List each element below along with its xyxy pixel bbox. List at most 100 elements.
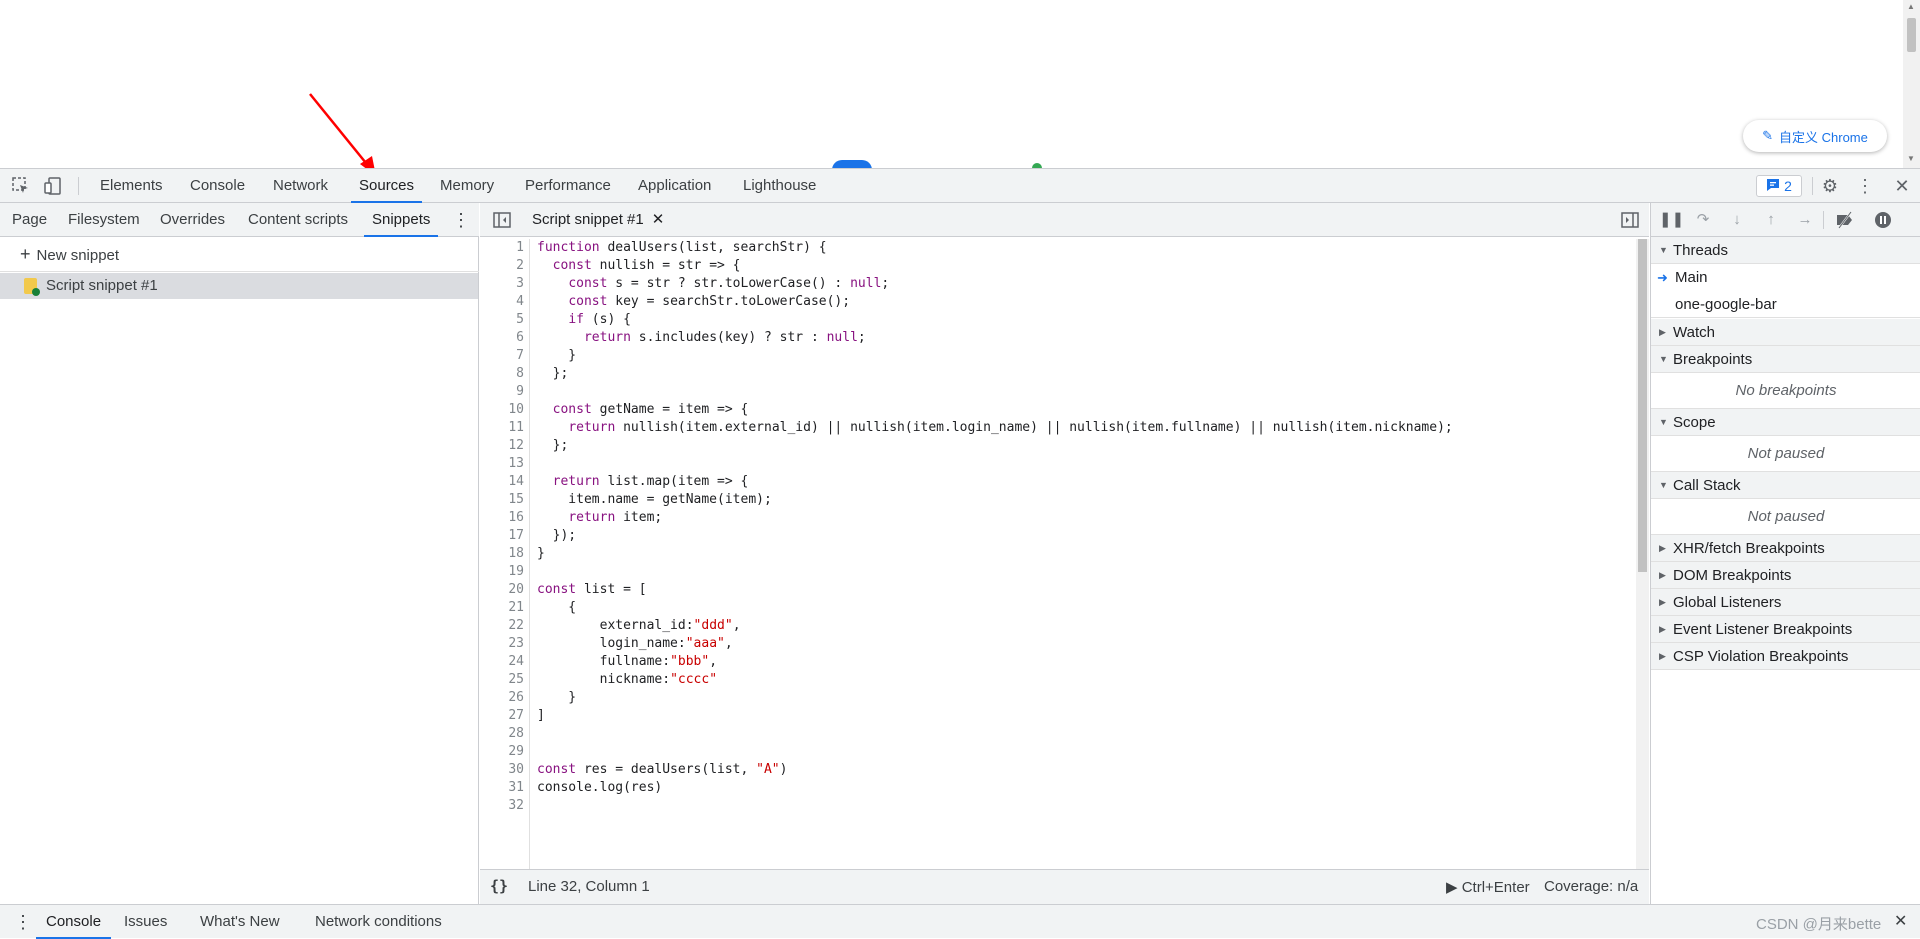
nav-tab-page[interactable]: Page	[12, 203, 47, 237]
code-line[interactable]: return nullish(item.external_id) || null…	[537, 419, 1452, 437]
line-number[interactable]: 13	[508, 455, 524, 473]
line-number[interactable]: 7	[516, 347, 524, 365]
nav-tab-content-scripts[interactable]: Content scripts	[248, 203, 348, 237]
callstack-section-header[interactable]: ▼ Call Stack	[1651, 472, 1920, 499]
step-icon[interactable]: →	[1795, 210, 1815, 230]
global-listeners-section-header[interactable]: ▶ Global Listeners	[1651, 589, 1920, 616]
line-number[interactable]: 6	[516, 329, 524, 347]
code-line[interactable]: const list = [	[537, 581, 647, 599]
close-drawer-icon[interactable]: ✕	[1894, 905, 1907, 939]
step-out-icon[interactable]: ↑	[1761, 210, 1781, 230]
dom-breakpoints-section-header[interactable]: ▶ DOM Breakpoints	[1651, 562, 1920, 589]
page-scrollbar[interactable]: ▲ ▼	[1903, 0, 1920, 168]
editor-scrollbar-thumb[interactable]	[1638, 239, 1647, 572]
xhr-breakpoints-section-header[interactable]: ▶ XHR/fetch Breakpoints	[1651, 535, 1920, 562]
nav-tab-snippets[interactable]: Snippets	[364, 203, 439, 237]
line-number[interactable]: 29	[508, 743, 524, 761]
line-number[interactable]: 15	[508, 491, 524, 509]
toggle-navigator-icon[interactable]	[492, 210, 512, 230]
line-number[interactable]: 5	[516, 311, 524, 329]
scroll-up-icon[interactable]: ▲	[1907, 2, 1915, 11]
page-scrollbar-thumb[interactable]	[1907, 18, 1916, 52]
code-line[interactable]: function dealUsers(list, searchStr) {	[537, 239, 827, 257]
line-number[interactable]: 27	[508, 707, 524, 725]
line-number[interactable]: 12	[508, 437, 524, 455]
line-number[interactable]: 4	[516, 293, 524, 311]
close-devtools-icon[interactable]: ✕	[1892, 176, 1912, 196]
tab-memory[interactable]: Memory	[440, 169, 494, 203]
code-line[interactable]: fullname:"bbb",	[537, 653, 717, 671]
code-line[interactable]: if (s) {	[537, 311, 631, 329]
nav-tab-overrides[interactable]: Overrides	[160, 203, 225, 237]
code-line[interactable]: nickname:"cccc"	[537, 671, 717, 689]
line-number[interactable]: 2	[516, 257, 524, 275]
threads-section-header[interactable]: ▼ Threads	[1651, 237, 1920, 264]
snippet-list-item[interactable]: Script snippet #1	[0, 273, 478, 299]
navigator-more-icon[interactable]: ⋮	[452, 203, 470, 237]
nav-tab-filesystem[interactable]: Filesystem	[68, 203, 140, 237]
code-line[interactable]: return item;	[537, 509, 662, 527]
new-snippet-button[interactable]: + New snippet	[20, 243, 119, 265]
line-number[interactable]: 17	[508, 527, 524, 545]
code-line[interactable]: }	[537, 545, 545, 563]
code-line[interactable]: login_name:"aaa",	[537, 635, 733, 653]
event-listener-breakpoints-section-header[interactable]: ▶ Event Listener Breakpoints	[1651, 616, 1920, 643]
thread-item-main[interactable]: ➜ Main	[1651, 264, 1920, 291]
close-tab-icon[interactable]: ✕	[652, 211, 665, 228]
code-line[interactable]: const res = dealUsers(list, "A")	[537, 761, 787, 779]
line-number[interactable]: 31	[508, 779, 524, 797]
step-into-icon[interactable]: ↓	[1727, 210, 1747, 230]
code-line[interactable]: });	[537, 527, 577, 545]
inspect-element-icon[interactable]	[11, 176, 31, 196]
line-number[interactable]: 3	[516, 275, 524, 293]
line-number[interactable]: 1	[516, 239, 524, 257]
deactivate-breakpoints-icon[interactable]	[1835, 210, 1855, 230]
code-line[interactable]: {	[537, 599, 576, 617]
code-line[interactable]: };	[537, 365, 569, 383]
line-number[interactable]: 8	[516, 365, 524, 383]
watch-section-header[interactable]: ▶ Watch	[1651, 319, 1920, 346]
code-line[interactable]: const getName = item => {	[537, 401, 749, 419]
code-line[interactable]: ]	[537, 707, 545, 725]
tab-lighthouse[interactable]: Lighthouse	[743, 169, 816, 203]
toggle-debugger-icon[interactable]	[1620, 210, 1640, 230]
code-line[interactable]: item.name = getName(item);	[537, 491, 772, 509]
pretty-print-icon[interactable]: {}	[490, 877, 508, 895]
line-number[interactable]: 21	[508, 599, 524, 617]
scroll-down-icon[interactable]: ▼	[1907, 154, 1915, 163]
tab-performance[interactable]: Performance	[525, 169, 611, 203]
line-number[interactable]: 18	[508, 545, 524, 563]
customize-chrome-button[interactable]: ✎ 自定义 Chrome	[1743, 120, 1887, 152]
line-number[interactable]: 16	[508, 509, 524, 527]
pause-resume-icon[interactable]: ❚❚	[1659, 210, 1684, 230]
tab-sources[interactable]: Sources	[351, 169, 423, 203]
code-line[interactable]: const nullish = str => {	[537, 257, 741, 275]
line-number[interactable]: 10	[508, 401, 524, 419]
open-file-tab[interactable]: Script snippet #1 ✕	[526, 203, 670, 237]
code-line[interactable]: const s = str ? str.toLowerCase() : null…	[537, 275, 889, 293]
tab-elements[interactable]: Elements	[100, 169, 163, 203]
drawer-tab-issues[interactable]: Issues	[124, 905, 167, 939]
line-number[interactable]: 26	[508, 689, 524, 707]
tab-application[interactable]: Application	[638, 169, 711, 203]
line-number[interactable]: 11	[508, 419, 524, 437]
code-editor[interactable]: function dealUsers(list, searchStr) { co…	[537, 239, 1613, 869]
drawer-tab-network-conditions[interactable]: Network conditions	[315, 905, 442, 939]
editor-scrollbar[interactable]	[1636, 239, 1649, 869]
pause-on-exceptions-icon[interactable]	[1873, 210, 1893, 230]
line-number[interactable]: 25	[508, 671, 524, 689]
line-number[interactable]: 28	[508, 725, 524, 743]
step-over-icon[interactable]: ↷	[1693, 210, 1713, 230]
more-options-icon[interactable]: ⋮	[1855, 176, 1875, 196]
line-number[interactable]: 14	[508, 473, 524, 491]
code-line[interactable]: };	[537, 437, 569, 455]
code-line[interactable]: }	[537, 689, 576, 707]
breakpoints-section-header[interactable]: ▼ Breakpoints	[1651, 346, 1920, 373]
scope-section-header[interactable]: ▼ Scope	[1651, 409, 1920, 436]
run-snippet-button[interactable]: ▶ Ctrl+Enter	[1446, 878, 1530, 896]
tab-network[interactable]: Network	[273, 169, 328, 203]
drawer-tab-console[interactable]: Console	[36, 905, 112, 939]
line-number[interactable]: 30	[508, 761, 524, 779]
line-number[interactable]: 19	[508, 563, 524, 581]
thread-item-one-google-bar[interactable]: one-google-bar	[1651, 291, 1920, 318]
